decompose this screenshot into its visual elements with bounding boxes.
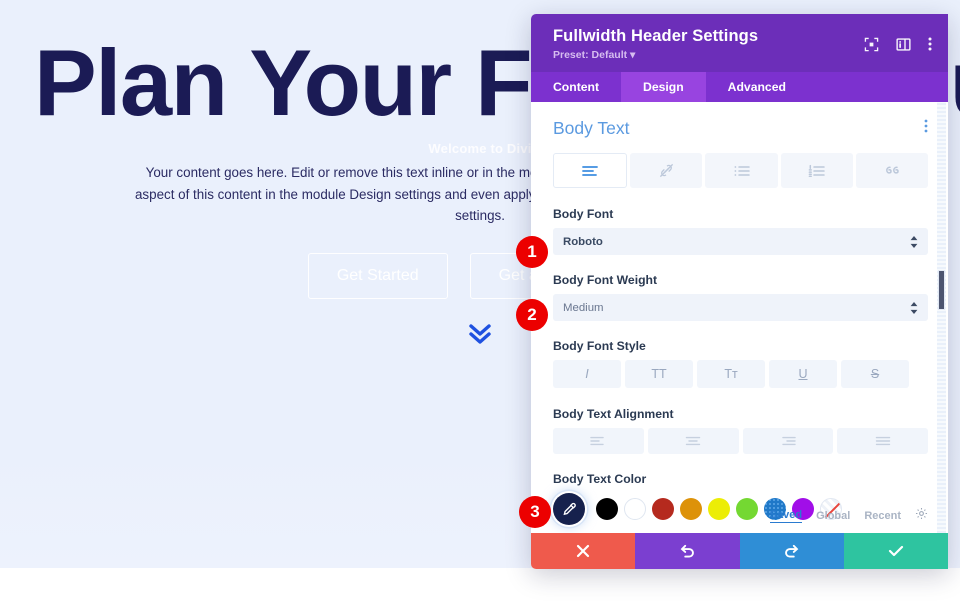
- palette-tab-recent[interactable]: Recent: [864, 510, 901, 522]
- annotation-badge-1: 1: [516, 236, 548, 268]
- swatch-black[interactable]: [596, 498, 618, 520]
- uppercase-button[interactable]: TT: [625, 360, 693, 388]
- body-text-color-label: Body Text Color: [553, 472, 647, 486]
- checkmark-icon: [888, 545, 903, 557]
- preset-label: Preset: Default: [553, 49, 628, 61]
- body-font-style-label: Body Font Style: [553, 339, 646, 353]
- body-font-value: Roboto: [563, 235, 603, 248]
- body-font-select[interactable]: Roboto: [553, 228, 928, 255]
- swatch-white[interactable]: [624, 498, 646, 520]
- modal-body: Body Text Body Font Roboto Body Font Wei…: [531, 102, 948, 533]
- tab-advanced[interactable]: Advanced: [706, 72, 808, 102]
- modal-scrollbar[interactable]: [937, 102, 946, 533]
- x-icon: [577, 544, 590, 558]
- modal-header-icons: [864, 36, 932, 57]
- body-font-label: Body Font: [553, 207, 614, 221]
- annotation-badge-2: 2: [516, 299, 548, 331]
- swatch-orange[interactable]: [680, 498, 702, 520]
- modal-action-bar: [531, 533, 948, 569]
- gear-icon[interactable]: [915, 507, 928, 525]
- undo-icon: [680, 544, 694, 558]
- uppercase-glyph: TT: [651, 367, 667, 381]
- cancel-button[interactable]: [531, 533, 636, 569]
- blockquote-icon[interactable]: [855, 153, 929, 188]
- align-right-button[interactable]: [742, 428, 834, 454]
- italic-glyph: I: [585, 367, 589, 381]
- modal-tab-bar: Content Design Advanced: [531, 72, 948, 102]
- swatch-yellow[interactable]: [708, 498, 730, 520]
- body-text-alignment-label: Body Text Alignment: [553, 407, 674, 421]
- save-button[interactable]: [843, 533, 948, 569]
- body-text-type-toolbar: [553, 153, 929, 188]
- body-text-alignment-group: [553, 428, 928, 454]
- palette-tab-bar: Saved Global Recent: [769, 507, 928, 525]
- capitalize-glyph: Tᴛ: [724, 367, 738, 381]
- strikethrough-glyph: S: [870, 367, 880, 381]
- fullwidth-header-settings-modal: Fullwidth Header Settings Preset: Defaul…: [531, 14, 948, 569]
- strikethrough-button[interactable]: S: [841, 360, 909, 388]
- page-content-below-fold: [0, 568, 960, 609]
- capitalize-button[interactable]: Tᴛ: [697, 360, 765, 388]
- select-stepper-icon: [910, 235, 918, 248]
- eyedropper-icon[interactable]: [553, 493, 585, 525]
- palette-tab-global[interactable]: Global: [816, 510, 850, 522]
- unordered-list-icon[interactable]: [705, 153, 778, 188]
- redo-button[interactable]: [739, 533, 844, 569]
- select-stepper-icon: [910, 301, 918, 314]
- link-icon[interactable]: [630, 153, 703, 188]
- panel-layout-icon[interactable]: [896, 37, 911, 57]
- swatch-red[interactable]: [652, 498, 674, 520]
- paragraph-text-icon[interactable]: [553, 153, 628, 188]
- chevron-down-icon: ▾: [630, 49, 636, 61]
- redo-icon: [785, 544, 799, 558]
- focus-mode-icon[interactable]: [864, 37, 879, 57]
- section-options-icon[interactable]: [924, 118, 928, 139]
- underline-glyph: U: [798, 367, 808, 381]
- tab-design[interactable]: Design: [621, 72, 706, 102]
- swatch-green[interactable]: [736, 498, 758, 520]
- tab-content[interactable]: Content: [531, 72, 621, 102]
- scrollbar-thumb[interactable]: [938, 270, 945, 310]
- more-vertical-icon[interactable]: [928, 36, 932, 57]
- underline-button[interactable]: U: [769, 360, 837, 388]
- italic-button[interactable]: I: [553, 360, 621, 388]
- body-font-weight-label: Body Font Weight: [553, 273, 658, 287]
- ordered-list-icon[interactable]: [780, 153, 853, 188]
- modal-header: Fullwidth Header Settings Preset: Defaul…: [531, 14, 948, 72]
- annotation-badge-3: 3: [519, 496, 551, 528]
- body-text-section-header: Body Text: [553, 118, 928, 139]
- section-title: Body Text: [553, 118, 630, 138]
- body-font-weight-select[interactable]: Medium: [553, 294, 928, 321]
- palette-tab-saved[interactable]: Saved: [769, 509, 803, 523]
- undo-button[interactable]: [635, 533, 740, 569]
- align-center-button[interactable]: [647, 428, 739, 454]
- body-font-weight-value: Medium: [563, 301, 604, 314]
- align-left-button[interactable]: [553, 428, 644, 454]
- get-started-button[interactable]: Get Started: [307, 253, 448, 300]
- body-font-style-group: I TT Tᴛ U S: [553, 360, 928, 388]
- align-justify-button[interactable]: [837, 428, 928, 454]
